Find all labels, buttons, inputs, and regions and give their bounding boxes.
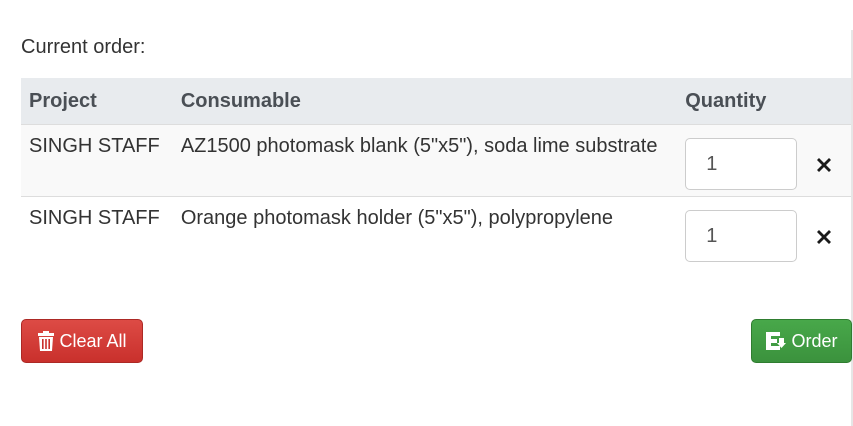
row-project: SINGH STAFF (21, 196, 173, 269)
table-row: SINGH STAFF AZ1500 photomask blank (5"x5… (21, 124, 851, 197)
page-title: Current order: (21, 36, 146, 58)
row-remove-cell (805, 124, 851, 197)
trash-icon (37, 331, 55, 351)
column-header-project: Project (21, 78, 173, 125)
quantity-input[interactable] (685, 138, 798, 190)
table-header-row: Project Consumable Quantity (21, 78, 851, 125)
column-header-remove (805, 78, 851, 125)
close-icon[interactable] (813, 226, 835, 248)
quantity-input[interactable] (685, 210, 798, 262)
column-header-consumable: Consumable (172, 78, 678, 125)
clear-all-button[interactable]: Clear All (21, 319, 143, 363)
order-button[interactable]: Order (751, 319, 852, 363)
row-consumable: Orange photomask holder (5"x5"), polypro… (172, 196, 678, 269)
clear-all-label: Clear All (59, 330, 127, 351)
row-remove-cell (805, 196, 851, 269)
row-quantity-cell (677, 196, 806, 269)
row-project: SINGH STAFF (21, 124, 173, 197)
order-table: Project Consumable Quantity SINGH STAFF … (21, 78, 851, 269)
column-header-quantity: Quantity (677, 78, 806, 125)
row-consumable: AZ1500 photomask blank (5"x5"), soda lim… (172, 124, 678, 197)
close-icon[interactable] (813, 154, 835, 176)
table-row: SINGH STAFF Orange photomask holder (5"x… (21, 196, 851, 269)
order-label: Order (791, 330, 838, 351)
cart-icon (765, 331, 787, 351)
row-quantity-cell (677, 124, 806, 197)
